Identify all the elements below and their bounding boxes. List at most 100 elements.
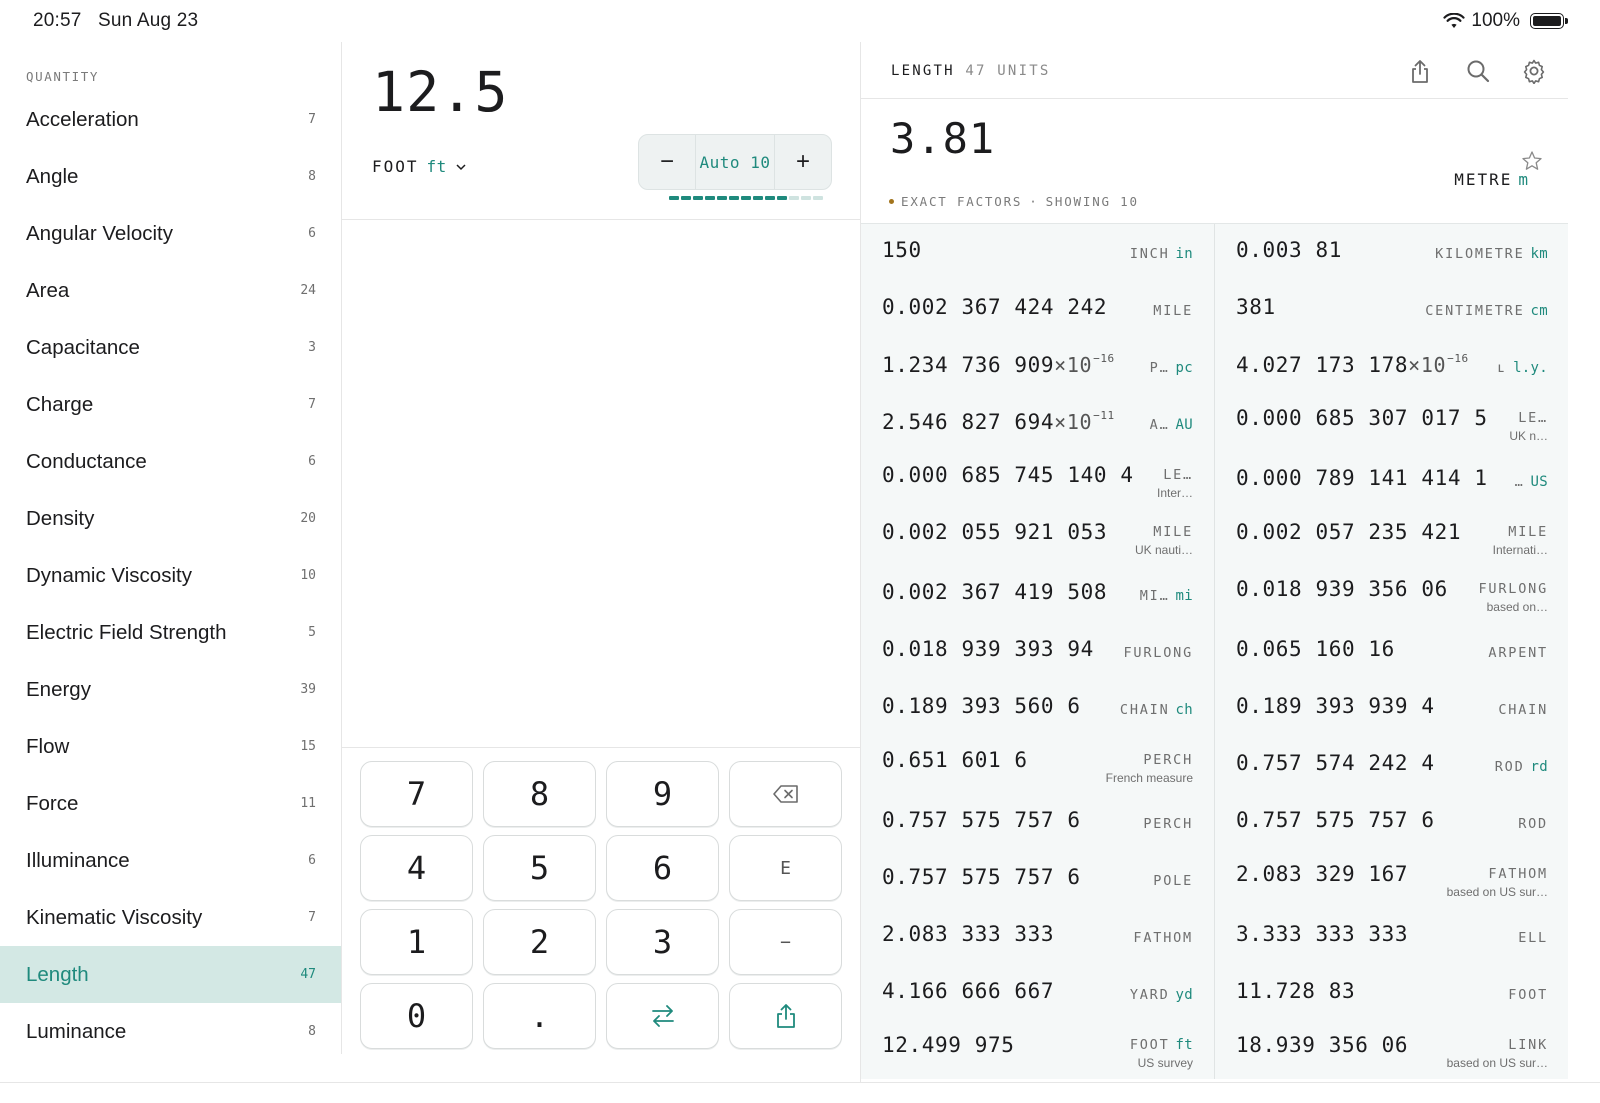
decimal-key[interactable]: .: [483, 983, 596, 1049]
conversion-cell[interactable]: 4.027 173 178×10−16 ʟ l.y.: [1215, 338, 1568, 395]
sidebar-item-label: Kinematic Viscosity: [26, 905, 203, 929]
sidebar-item-charge[interactable]: Charge 7: [0, 376, 341, 433]
search-icon[interactable]: [1465, 58, 1491, 84]
value-number: 0.065 160 16: [1236, 637, 1395, 661]
precision-decrease-button[interactable]: −: [639, 134, 695, 190]
sidebar-item-flow[interactable]: Flow 15: [0, 718, 341, 775]
unit-name: KILOMETRE: [1435, 246, 1525, 262]
clock: 20:57: [33, 10, 82, 31]
value-number: 0.002 367 419 508: [882, 580, 1108, 604]
conversion-cell[interactable]: 0.002 055 921 053 MILE UK nauti…: [861, 509, 1215, 566]
conversion-value: 0.002 367 419 508: [882, 580, 1107, 604]
star-icon[interactable]: [1521, 150, 1543, 172]
exponent-key[interactable]: E: [729, 835, 842, 901]
conversion-unit: ELL: [1518, 930, 1548, 946]
sidebar-item-conductance[interactable]: Conductance 6: [0, 433, 341, 490]
digit-8-key[interactable]: 8: [483, 761, 596, 827]
conversion-cell[interactable]: 2.083 333 333 FATHOM: [861, 908, 1215, 965]
conversion-cell[interactable]: 0.000 789 141 414 1 … US: [1215, 452, 1568, 509]
digit-2-key[interactable]: 2: [483, 909, 596, 975]
share-icon[interactable]: [1407, 58, 1433, 84]
unit-name: FOOT: [1508, 987, 1548, 1003]
digit-6-key[interactable]: 6: [606, 835, 719, 901]
conversion-cell[interactable]: 0.000 685 745 140 4 LE… Inter…: [861, 452, 1215, 509]
digit-7-key[interactable]: 7: [360, 761, 473, 827]
conversion-cell[interactable]: 0.651 601 6 PERCH French measure: [861, 737, 1215, 794]
sidebar-item-force[interactable]: Force 11: [0, 775, 341, 832]
conversion-cell[interactable]: 11.728 83 FOOT: [1215, 965, 1568, 1022]
conversion-cell[interactable]: 0.065 160 16 ARPENT: [1215, 623, 1568, 680]
sidebar-item-angle[interactable]: Angle 8: [0, 148, 341, 205]
conversion-cell[interactable]: 3.333 333 333 ELL: [1215, 908, 1568, 965]
wifi-icon: [1443, 13, 1465, 28]
share-icon: [776, 1004, 795, 1028]
gear-icon[interactable]: [1521, 58, 1547, 84]
conversion-cell[interactable]: 12.499 975 FOOT ft US survey: [861, 1022, 1215, 1079]
conversion-cell[interactable]: 381 CENTIMETRE cm: [1215, 281, 1568, 338]
conversion-row: 0.651 601 6 PERCH French measure 0.757 574 …: [861, 736, 1568, 794]
sidebar-item-density[interactable]: Density 20: [0, 490, 341, 547]
input-unit-selector[interactable]: FOOT ft: [372, 157, 467, 176]
conversion-cell[interactable]: 0.757 575 757 6 ROD: [1215, 794, 1568, 851]
sidebar-item-luminance[interactable]: Luminance 8: [0, 1003, 341, 1054]
precision-increase-button[interactable]: +: [775, 134, 831, 190]
conversion-cell[interactable]: 4.166 666 667 YARD yd: [861, 965, 1215, 1022]
value-number: 0.000 789 141 414 1: [1236, 466, 1488, 490]
conversion-cell[interactable]: 1.234 736 909×10−16 P… pc: [861, 338, 1215, 395]
conversion-cell[interactable]: 2.083 329 167 FATHOM based on US sur…: [1215, 851, 1568, 908]
unit-name: POLE: [1153, 873, 1193, 889]
sidebar-item-electric-field-strength[interactable]: Electric Field Strength 5: [0, 604, 341, 661]
sidebar-item-angular-velocity[interactable]: Angular Velocity 6: [0, 205, 341, 262]
conversion-cell[interactable]: 0.000 685 307 017 5 LE… UK n…: [1215, 395, 1568, 452]
digit-1-key[interactable]: 1: [360, 909, 473, 975]
unit-abbr: US: [1530, 474, 1548, 490]
swap-key[interactable]: [606, 983, 719, 1049]
unit-name: P…: [1149, 360, 1170, 376]
sidebar-item-count: 15: [300, 739, 316, 754]
digit-3-key[interactable]: 3: [606, 909, 719, 975]
digit-9-key[interactable]: 9: [606, 761, 719, 827]
digit-4-key[interactable]: 4: [360, 835, 473, 901]
conversion-cell[interactable]: 0.002 057 235 421 MILE Internati…: [1215, 509, 1568, 566]
backspace-key[interactable]: [729, 761, 842, 827]
result-unit[interactable]: METRE m: [1454, 170, 1528, 189]
sidebar-item-acceleration[interactable]: Acceleration 7: [0, 91, 341, 148]
conversion-cell[interactable]: 18.939 356 06 LINK based on US sur…: [1215, 1022, 1568, 1079]
conversion-unit: CHAIN ch: [1120, 702, 1193, 718]
sidebar-item-length[interactable]: Length 47: [0, 946, 341, 1003]
input-value-display[interactable]: 12.5: [372, 60, 508, 124]
value-number: 18.939 356 06: [1236, 1033, 1409, 1057]
conversion-cell[interactable]: 2.546 827 694×10−11 A… AU: [861, 395, 1215, 452]
sidebar-item-count: 6: [308, 454, 316, 469]
conversion-cell[interactable]: 0.757 575 757 6 POLE: [861, 851, 1215, 908]
conversion-cell[interactable]: 0.018 939 393 94 FURLONG: [861, 623, 1215, 680]
conversion-cell[interactable]: 0.003 81 KILOMETRE km: [1215, 224, 1568, 281]
conversion-cell[interactable]: 0.189 393 560 6 CHAIN ch: [861, 680, 1215, 737]
negate-key[interactable]: −: [729, 909, 842, 975]
share-key[interactable]: [729, 983, 842, 1049]
unit-abbr: ft: [1175, 1037, 1193, 1053]
sidebar-item-capacitance[interactable]: Capacitance 3: [0, 319, 341, 376]
conversion-cell[interactable]: 0.002 367 424 242 MILE: [861, 281, 1215, 338]
sidebar-item-illuminance[interactable]: Illuminance 6: [0, 832, 341, 889]
unit-name: FURLONG: [1123, 645, 1193, 661]
conversion-cell[interactable]: 0.189 393 939 4 CHAIN: [1215, 680, 1568, 737]
conversion-unit: LE…: [1163, 467, 1193, 483]
conversion-cell[interactable]: 0.018 939 356 06 FURLONG based on…: [1215, 566, 1568, 623]
sidebar-item-dynamic-viscosity[interactable]: Dynamic Viscosity 10: [0, 547, 341, 604]
conversion-cell[interactable]: 0.002 367 419 508 MI… mi: [861, 566, 1215, 623]
sidebar-item-area[interactable]: Area 24: [0, 262, 341, 319]
unit-subtitle: UK nauti…: [1134, 543, 1193, 557]
divider: [861, 98, 1568, 99]
conversion-cell[interactable]: 150 INCH in: [861, 224, 1215, 281]
result-unit-abbr: m: [1518, 170, 1528, 189]
precision-segment: [789, 196, 799, 200]
sidebar-item-energy[interactable]: Energy 39: [0, 661, 341, 718]
digit-0-key[interactable]: 0: [360, 983, 473, 1049]
conversion-cell[interactable]: 0.757 575 757 6 PERCH: [861, 794, 1215, 851]
digit-5-key[interactable]: 5: [483, 835, 596, 901]
conversion-cell[interactable]: 0.757 574 242 4 ROD rd: [1215, 737, 1568, 794]
conversion-unit: … US: [1515, 474, 1548, 490]
sidebar-item-kinematic-viscosity[interactable]: Kinematic Viscosity 7: [0, 889, 341, 946]
conversion-value: 0.757 574 242 4: [1236, 751, 1435, 775]
